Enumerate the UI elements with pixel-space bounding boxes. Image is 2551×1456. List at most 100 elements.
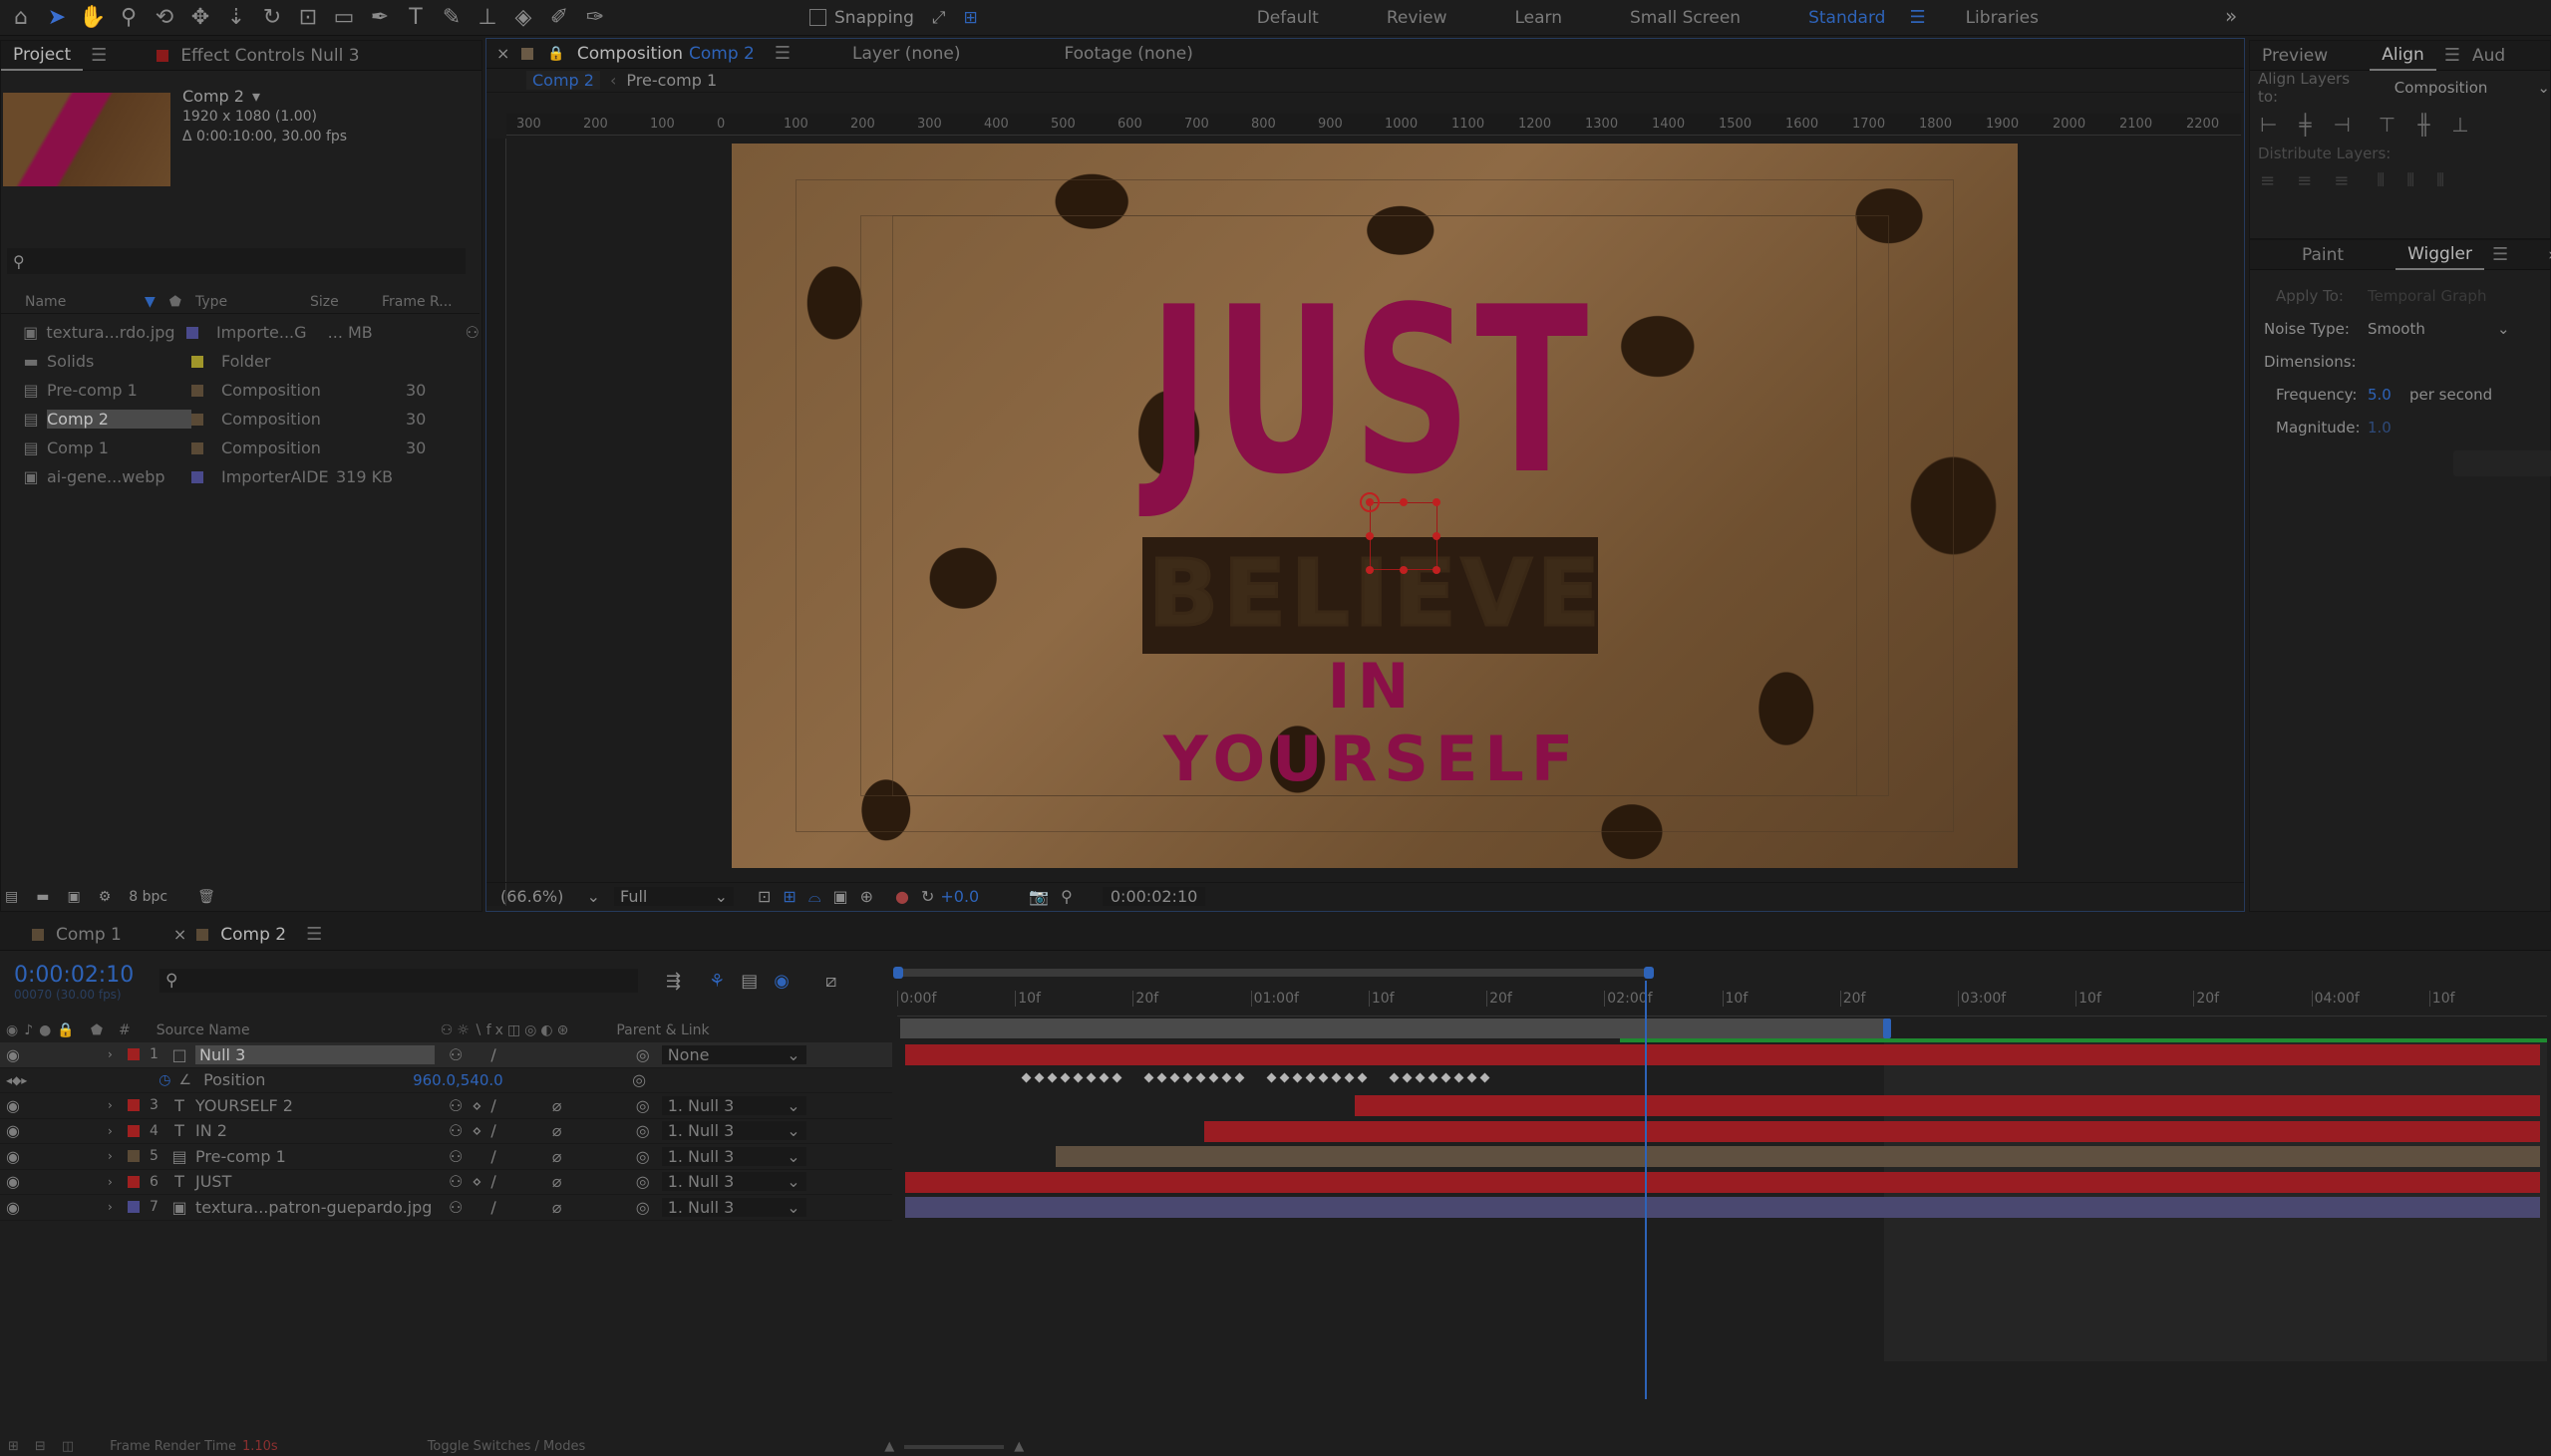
eye-icon[interactable]: ◉	[6, 1045, 20, 1064]
parent-select[interactable]: 1. Null 3 ⌄	[661, 1197, 806, 1217]
keyframe[interactable]	[1279, 1072, 1290, 1082]
keyframe[interactable]	[1415, 1072, 1426, 1082]
grid-guides-icon[interactable]: ⊕	[860, 887, 873, 906]
graph-icon[interactable]: ∠	[179, 1072, 192, 1088]
new-folder-icon[interactable]: ▬	[36, 889, 49, 905]
noise-type-select[interactable]: Smooth	[2368, 313, 2497, 346]
layer-row[interactable]: ◉ › 1 □ Null 3 ⚇ ∕ ◎ None ⌄	[0, 1042, 892, 1068]
viewer-timecode[interactable]: 0:00:02:10	[1102, 887, 1206, 906]
keyframe-group[interactable]	[1388, 1072, 1491, 1082]
project-settings-icon[interactable]: ⚙	[99, 889, 112, 905]
quality-line-icon[interactable]: ∕	[490, 1045, 495, 1064]
parent-select[interactable]: None ⌄	[661, 1044, 806, 1064]
project-menu-icon[interactable]: ☰	[91, 45, 107, 66]
eye-icon[interactable]: ◉	[6, 1172, 20, 1191]
align-bottom-icon[interactable]: ⊥	[2451, 113, 2468, 137]
new-composition-icon[interactable]: ▣	[67, 889, 80, 905]
property-row-position[interactable]: ◂◆▸ ◷ ∠ Position 960.0,540.0 ◎	[0, 1068, 892, 1093]
distribute-right-icon[interactable]: ⦀	[2436, 170, 2444, 191]
layer-duration-bar[interactable]	[905, 1044, 2540, 1065]
layer-search-field[interactable]: ⚲	[159, 969, 638, 993]
keyframe[interactable]	[1195, 1072, 1206, 1082]
current-time-display[interactable]: 0:00:02:10 00070 (30.00 fps)	[14, 963, 134, 1002]
expand-arrow-icon[interactable]: ›	[108, 1047, 122, 1061]
motion-blur-switch-icon[interactable]: ⌀	[548, 1096, 566, 1115]
keyframe[interactable]	[1221, 1072, 1232, 1082]
column-frame-rate[interactable]: Frame R...	[382, 294, 453, 310]
expand-workspaces-icon[interactable]: »	[2225, 4, 2237, 28]
bpc-label[interactable]: 8 bpc	[129, 889, 167, 905]
distribute-bottom-icon[interactable]: ≡	[2334, 170, 2349, 191]
keyframe[interactable]	[1305, 1072, 1316, 1082]
keyframe[interactable]	[1034, 1072, 1045, 1082]
quality-line-icon[interactable]: ∕	[490, 1096, 495, 1115]
workspace-small-screen[interactable]: Small Screen	[1630, 8, 1741, 28]
list-item-selected[interactable]: ▤ Comp 2 Composition 30	[1, 405, 479, 434]
expand-arrow-icon[interactable]: ›	[108, 1098, 122, 1112]
breadcrumb-precomp[interactable]: Pre-comp 1	[626, 71, 717, 90]
parent-select[interactable]: 1. Null 3 ⌄	[661, 1121, 806, 1141]
pan-tool-icon[interactable]: ✥	[185, 3, 215, 33]
work-area-range-end-handle[interactable]	[1883, 1019, 1891, 1038]
align-to-select[interactable]: Composition	[2394, 79, 2488, 97]
parent-select[interactable]: 1. Null 3 ⌄	[661, 1146, 806, 1166]
project-search-field[interactable]: ⚲	[7, 248, 466, 274]
tab-effect-controls[interactable]: Effect Controls Null 3	[168, 41, 371, 71]
timeline-menu-icon[interactable]: ☰	[306, 924, 322, 945]
pickwhip-icon[interactable]: ◎	[636, 1198, 650, 1217]
layer-label-swatch[interactable]	[128, 1175, 140, 1188]
quality-switch-icon[interactable]: ⋄	[469, 1172, 484, 1191]
null-handle-point[interactable]	[1433, 566, 1440, 574]
reset-exposure-icon[interactable]: ↻	[921, 887, 934, 906]
layer-row[interactable]: ◉ › 3 T YOURSELF 2 ⚇ ⋄ ∕ ⌀ ◎ 1. Null 3 ⌄	[0, 1093, 892, 1119]
workspace-default[interactable]: Default	[1257, 8, 1319, 28]
pan-behind-tool-icon[interactable]: ⊡	[293, 3, 323, 33]
expand-arrow-icon[interactable]: ›	[108, 1124, 122, 1138]
expand-arrow-icon[interactable]: ›	[108, 1149, 122, 1163]
null-handle-point[interactable]	[1366, 498, 1374, 506]
shy-switch-icon[interactable]: ⚇	[449, 1045, 463, 1064]
rectangle-tool-icon[interactable]: ▭	[329, 3, 359, 33]
work-area-range[interactable]	[900, 1019, 1891, 1038]
layer-label-swatch[interactable]	[128, 1124, 140, 1137]
quality-switch-icon[interactable]: ⋄	[469, 1096, 484, 1115]
wiggler-menu-icon[interactable]: ☰	[2492, 244, 2508, 265]
motion-blur-switch-icon[interactable]: ⌀	[548, 1172, 566, 1191]
shy-switch-icon[interactable]: ⚇	[449, 1172, 463, 1191]
null-handle-point[interactable]	[1400, 498, 1408, 506]
toggle-switches-modes[interactable]: Toggle Switches / Modes	[428, 1439, 586, 1454]
layer-name[interactable]: Pre-comp 1	[195, 1147, 435, 1166]
layer-duration-bar[interactable]	[905, 1197, 2540, 1218]
lock-icon[interactable]: 🔒	[57, 1022, 74, 1038]
list-item[interactable]: ▣ textura...rdo.jpg Importe...G ... MB ⚇	[1, 318, 479, 347]
keyframe[interactable]	[1234, 1072, 1245, 1082]
distribute-hcenter-icon[interactable]: ⦀	[2406, 170, 2414, 191]
layer-duration-bar[interactable]	[1355, 1095, 2540, 1116]
color-channels-icon[interactable]: ●	[895, 887, 909, 906]
workspace-standard[interactable]: Standard	[1808, 8, 1885, 28]
null-handle-point[interactable]	[1366, 532, 1374, 540]
layer-label-swatch[interactable]	[128, 1201, 140, 1214]
keyframe[interactable]	[1266, 1072, 1277, 1082]
align-top-icon[interactable]: ⊤	[2379, 113, 2395, 137]
clone-stamp-icon[interactable]: ⊥	[473, 3, 502, 33]
graph-editor-icon[interactable]: ⧄	[825, 971, 836, 992]
quality-line-icon[interactable]: ∕	[490, 1147, 495, 1166]
current-timecode[interactable]: 0:00:02:10	[14, 963, 134, 988]
expand-arrow-icon[interactable]: ›	[108, 1200, 122, 1214]
keyframe[interactable]	[1440, 1072, 1451, 1082]
column-type[interactable]: Type	[195, 294, 310, 310]
region-of-interest-icon[interactable]: ▣	[832, 887, 847, 906]
layer-row[interactable]: ◉ › 5 ▤ Pre-comp 1 ⚇ ∕ ⌀ ◎ 1. Null 3 ⌄	[0, 1144, 892, 1170]
align-menu-icon[interactable]: ☰	[2444, 45, 2460, 66]
position-value[interactable]: 960.0,540.0	[413, 1071, 632, 1089]
puppet-pin-icon[interactable]: ✑	[580, 3, 610, 33]
chevron-down-icon[interactable]: ▾	[252, 87, 260, 107]
keyframe[interactable]	[1331, 1072, 1342, 1082]
toggle-modes-icon[interactable]: ⊟	[35, 1439, 46, 1454]
shy-switch-icon[interactable]: ⚇	[449, 1147, 463, 1166]
toggle-render-time-icon[interactable]: ◫	[62, 1439, 74, 1454]
text-layer-just[interactable]: JUST	[1148, 278, 1588, 507]
layer-label-swatch[interactable]	[128, 1099, 140, 1112]
apply-to-select[interactable]: Temporal Graph	[2368, 280, 2486, 313]
